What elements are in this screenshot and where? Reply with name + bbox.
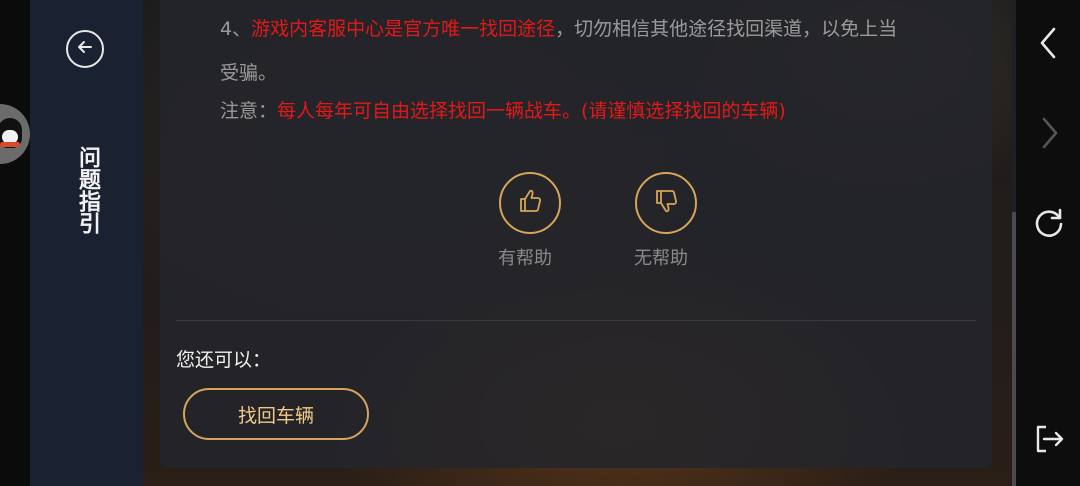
thumbs-up-icon	[515, 186, 545, 220]
unhelpful-label: 无帮助	[634, 248, 688, 269]
exit-button[interactable]	[1032, 424, 1066, 458]
nav-back-button[interactable]	[1032, 26, 1066, 64]
back-button[interactable]	[66, 30, 104, 68]
notice-line-4: 4、游戏内客服中心是官方唯一找回途径，切勿相信其他途径找回渠道，以免上当	[220, 14, 897, 41]
chevron-right-icon	[1037, 116, 1061, 154]
divider	[176, 320, 976, 321]
qq-penguin-icon	[0, 118, 22, 148]
sidebar-title: 问题指引	[75, 146, 100, 234]
notice-line-4-continuation: 受骗。	[220, 62, 278, 84]
notice-note: 注意：每人每年可自由选择找回一辆战车。(请谨慎选择找回的车辆)	[220, 96, 786, 123]
arrow-left-icon	[75, 37, 95, 61]
left-edge-strip	[0, 0, 30, 486]
exit-icon	[1032, 422, 1066, 460]
sidebar: 问题指引	[30, 0, 143, 486]
note-label: 注意：	[220, 100, 278, 122]
retrieve-vehicle-button[interactable]: 找回车辆	[183, 388, 369, 440]
note-text: 每人每年可自由选择找回一辆战车。(请谨慎选择找回的车辆)	[277, 100, 786, 122]
notice-line-4-prefix: 4、	[220, 18, 252, 40]
notice-line-4-highlight: 游戏内客服中心是官方唯一找回途径	[251, 18, 556, 40]
content-panel: 4、游戏内客服中心是官方唯一找回途径，切勿相信其他途径找回渠道，以免上当 受骗。…	[160, 0, 992, 468]
chevron-left-icon	[1037, 26, 1061, 64]
helpful-button[interactable]	[499, 172, 561, 234]
thumbs-down-icon	[651, 186, 681, 220]
browser-nav-bar	[1016, 0, 1080, 486]
refresh-icon	[1032, 206, 1066, 244]
actions-heading: 您还可以：	[176, 349, 272, 371]
nav-forward-button[interactable]	[1032, 116, 1066, 154]
refresh-button[interactable]	[1032, 208, 1066, 242]
unhelpful-button[interactable]	[635, 172, 697, 234]
notice-line-4-rest: ，切勿相信其他途径找回渠道，以免上当	[555, 18, 898, 40]
helpful-label: 有帮助	[498, 248, 552, 269]
